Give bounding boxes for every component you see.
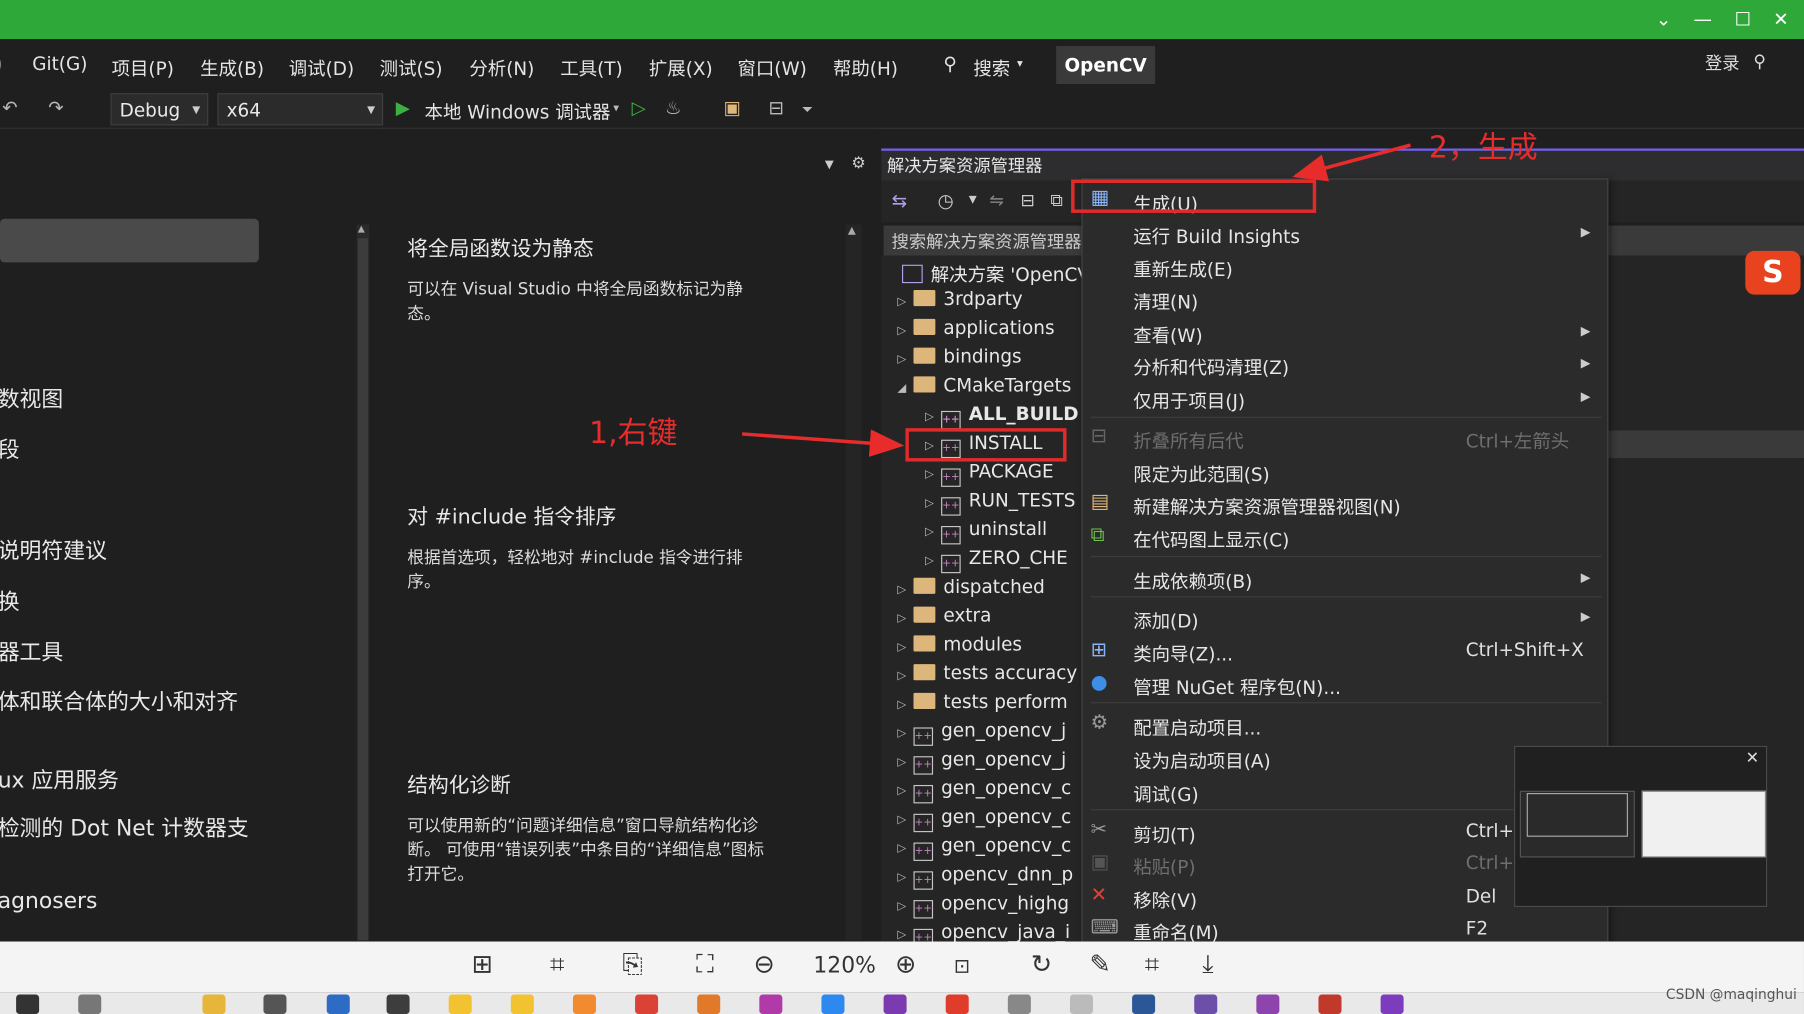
file-explorer-icon[interactable] [202, 994, 226, 1014]
actual-size-icon[interactable]: ⊡ [954, 955, 970, 978]
app-icon[interactable] [1194, 994, 1218, 1014]
app-icon[interactable] [1318, 994, 1342, 1014]
arrow-build [1292, 143, 1411, 182]
image-viewer-toolbar: ⊞ ⌗ ⎘ ⛶ ⊖ 120% ⊕ ⊡ ↻ ✎ ⌗ ⤓ [0, 941, 1804, 993]
chrome-icon[interactable] [635, 994, 659, 1014]
screen: ⌄ — ☐ ✕ ) Git(G) 项目(P) 生成(B) 调试(D) 测试(S)… [0, 0, 1804, 1014]
visual-studio-icon[interactable] [1256, 994, 1280, 1014]
app-icon[interactable] [945, 994, 969, 1014]
gallery-icon[interactable]: ⊞ [472, 951, 493, 980]
start-icon[interactable] [16, 994, 40, 1014]
app-icon[interactable] [572, 994, 596, 1014]
zoom-level: 120% [813, 953, 876, 979]
app-icon[interactable] [883, 994, 907, 1014]
fit-screen-icon[interactable]: ⛶ [696, 951, 714, 980]
app-icon[interactable] [759, 994, 783, 1014]
translate-icon[interactable]: ⎘ [622, 951, 642, 980]
app-icon[interactable] [448, 994, 472, 1014]
zoom-out-icon[interactable]: ⊖ [754, 951, 775, 980]
watermark: CSDN @maqinghui [1665, 986, 1797, 1003]
app-icon[interactable] [510, 994, 534, 1014]
rotate-icon[interactable]: ↻ [1031, 951, 1052, 980]
app-icon[interactable] [697, 994, 721, 1014]
annotation-arrows [741, 143, 1411, 457]
zoom-in-icon[interactable]: ⊕ [895, 951, 916, 980]
arrow-right-click [741, 429, 905, 457]
windows-taskbar [0, 992, 1804, 1014]
app-icon[interactable] [821, 994, 845, 1014]
app-icon[interactable] [1132, 994, 1156, 1014]
mail-icon[interactable] [326, 994, 350, 1014]
text-recognize-icon[interactable]: ⌗ [550, 951, 564, 980]
store-icon[interactable] [263, 994, 287, 1014]
crop-icon[interactable]: ⌗ [1145, 951, 1159, 980]
terminal-icon[interactable] [386, 994, 410, 1014]
search-icon[interactable] [78, 994, 102, 1014]
visual-studio-icon[interactable] [1380, 994, 1404, 1014]
download-icon[interactable]: ⤓ [1202, 951, 1213, 980]
edit-icon[interactable]: ✎ [1090, 951, 1111, 980]
app-icon[interactable] [1069, 994, 1093, 1014]
app-icon[interactable] [1007, 994, 1031, 1014]
